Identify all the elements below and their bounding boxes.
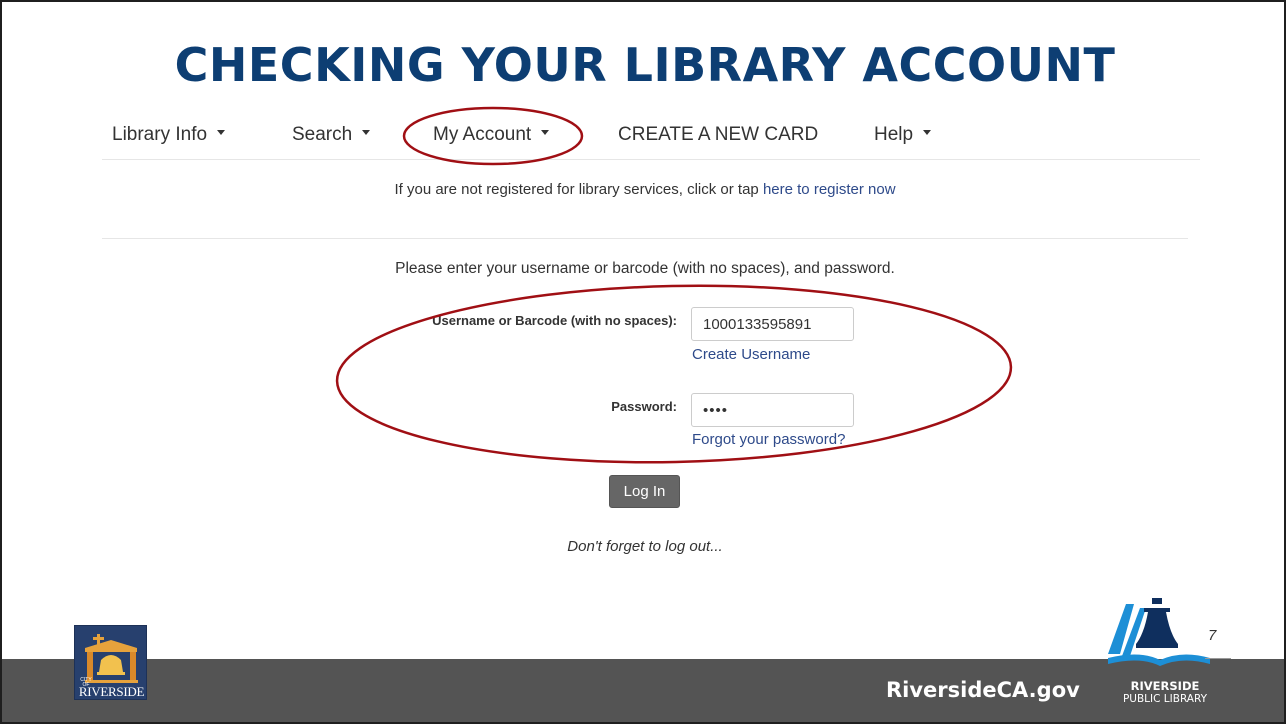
slide: CHECKING YOUR LIBRARY ACCOUNT Library In… [0,0,1286,724]
logout-note: Don't forget to log out... [567,538,723,555]
divider [102,238,1188,239]
nav-item-label: Search [292,124,353,145]
nav-item-label: My Account [433,124,532,145]
city-logo-text: RIVERSIDE [78,684,145,699]
main-nav: Library Info Search My Account CREATE A … [102,114,1200,160]
login-fields-highlight-ellipse [335,284,1013,464]
login-instructions: Please enter your username or barcode (w… [395,260,895,277]
nav-item-my-account[interactable]: My Account [433,124,550,146]
nav-item-search[interactable]: Search [292,124,371,146]
caret-down-icon [362,130,371,136]
register-link[interactable]: here to register now [763,181,896,198]
register-notice-text: If you are not registered for library se… [394,181,763,198]
slide-number: 7 [1208,627,1217,644]
nav-item-help[interactable]: Help [874,124,932,146]
library-name-line2: PUBLIC LIBRARY [1122,693,1208,705]
footer-bar [2,659,1284,722]
caret-down-icon [923,130,932,136]
nav-item-label: CREATE A NEW CARD [618,124,819,145]
slide-title: CHECKING YOUR LIBRARY ACCOUNT [174,38,1116,92]
create-username-link[interactable]: Create Username [692,346,810,363]
password-input[interactable] [691,393,854,427]
nav-item-label: Library Info [112,124,208,145]
city-of-riverside-logo: CITY OF RIVERSIDE [74,625,147,700]
footer-site-link[interactable]: RiversideCA.gov [886,678,1080,702]
login-button[interactable]: Log In [609,475,680,508]
username-label: Username or Barcode (with no spaces): [432,313,677,328]
library-name-line1: RIVERSIDE [1130,679,1200,693]
caret-down-icon [217,130,226,136]
annotation-overlay [335,106,1013,464]
username-input[interactable] [691,307,854,341]
password-label: Password: [611,399,677,414]
nav-item-library-info[interactable]: Library Info [112,124,226,146]
nav-item-create-card[interactable]: CREATE A NEW CARD [618,124,818,146]
forgot-password-link[interactable]: Forgot your password? [692,431,845,448]
slide-number-underline [1205,658,1231,659]
caret-down-icon [541,130,550,136]
nav-item-label: Help [874,124,914,145]
register-notice: If you are not registered for library se… [2,181,1284,198]
